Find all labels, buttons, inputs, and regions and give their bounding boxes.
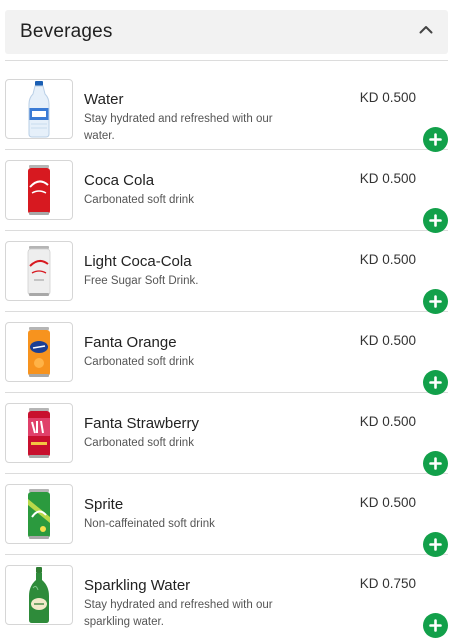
menu-item[interactable]: Water Stay hydrated and refreshed with o… (5, 70, 448, 152)
header-divider (5, 60, 448, 61)
section-title: Beverages (20, 21, 113, 42)
sprite-can-icon (28, 489, 50, 539)
item-image (5, 322, 73, 382)
item-price: KD 0.500 (359, 414, 416, 429)
item-name: Fanta Orange (84, 334, 177, 351)
add-to-cart-button[interactable] (423, 289, 448, 314)
item-image (5, 565, 73, 625)
item-image (5, 403, 73, 463)
plus-icon (429, 295, 442, 308)
menu-item[interactable]: Fanta Strawberry Carbonated soft drink K… (5, 394, 448, 476)
item-image (5, 79, 73, 139)
fanta-orange-can-icon (28, 327, 50, 377)
item-name: Sparkling Water (84, 577, 191, 594)
item-description: Free Sugar Soft Drink. (84, 275, 199, 287)
coca-cola-can-icon (28, 165, 50, 215)
menu-item[interactable]: Sparkling Water Stay hydrated and refres… (5, 556, 448, 638)
plus-icon (429, 457, 442, 470)
item-description: Carbonated soft drink (84, 356, 194, 368)
item-name: Light Coca-Cola (84, 253, 192, 270)
menu-item[interactable]: Fanta Orange Carbonated soft drink KD 0.… (5, 313, 448, 395)
add-to-cart-button[interactable] (423, 451, 448, 476)
section-header-beverages[interactable]: Beverages (5, 10, 448, 54)
menu-item[interactable]: Light Coca-Cola Free Sugar Soft Drink. K… (5, 232, 448, 314)
item-price: KD 0.500 (359, 252, 416, 267)
item-image (5, 484, 73, 544)
item-description: Non-caffeinated soft drink (84, 518, 215, 530)
plus-icon (429, 133, 442, 146)
chevron-up-icon[interactable] (418, 21, 434, 37)
sparkling-water-bottle-icon (29, 567, 49, 623)
item-image (5, 241, 73, 301)
item-description: Carbonated soft drink (84, 194, 194, 206)
item-price: KD 0.500 (359, 333, 416, 348)
add-to-cart-button[interactable] (423, 370, 448, 395)
item-name: Fanta Strawberry (84, 415, 200, 432)
plus-icon (429, 619, 442, 632)
add-to-cart-button[interactable] (423, 532, 448, 557)
item-price: KD 0.500 (359, 90, 416, 105)
item-price: KD 0.750 (359, 576, 416, 591)
menu-item[interactable]: Sprite Non-caffeinated soft drink KD 0.5… (5, 475, 448, 557)
item-name: Water (84, 91, 124, 108)
coca-cola-light-can-icon (27, 246, 51, 296)
item-image (5, 160, 73, 220)
plus-icon (429, 538, 442, 551)
item-description: Carbonated soft drink (84, 437, 194, 449)
item-description: Stay hydrated and refreshed with our wat… (84, 113, 273, 142)
plus-icon (429, 376, 442, 389)
water-bottle-icon (28, 81, 50, 138)
fanta-strawberry-can-icon (28, 408, 50, 458)
add-to-cart-button[interactable] (423, 613, 448, 638)
item-description: Stay hydrated and refreshed with our spa… (84, 599, 273, 628)
add-to-cart-button[interactable] (423, 127, 448, 152)
item-price: KD 0.500 (359, 171, 416, 186)
plus-icon (429, 214, 442, 227)
add-to-cart-button[interactable] (423, 208, 448, 233)
item-price: KD 0.500 (359, 495, 416, 510)
item-name: Coca Cola (84, 172, 155, 189)
menu-item[interactable]: Coca Cola Carbonated soft drink KD 0.500 (5, 151, 448, 233)
item-name: Sprite (84, 496, 124, 513)
